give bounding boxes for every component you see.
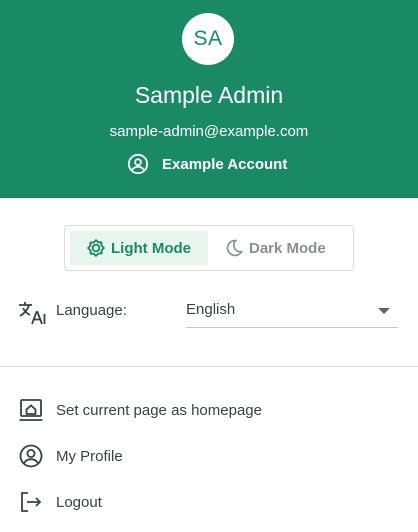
logout-label: Logout (56, 493, 102, 511)
light-mode-label: Light Mode (111, 239, 191, 257)
dropdown-caret-icon (378, 308, 390, 314)
dark-mode-label: Dark Mode (249, 239, 326, 257)
translate-icon (19, 302, 46, 325)
theme-mode-toggle: Light Mode Dark Mode (64, 225, 354, 271)
logout-item[interactable]: Logout (18, 487, 408, 517)
my-profile-label: My Profile (56, 447, 123, 465)
moon-icon (226, 239, 244, 257)
profile-header: SA Sample Admin sample-admin@example.com… (0, 0, 418, 198)
account-label: Example Account (162, 155, 288, 173)
set-homepage-item[interactable]: Set current page as homepage (18, 395, 408, 425)
language-select[interactable]: English (186, 296, 398, 328)
language-selected-value: English (186, 301, 236, 318)
user-name: Sample Admin (134, 82, 284, 108)
divider (0, 366, 418, 367)
account-link[interactable]: Example Account (127, 151, 287, 177)
set-homepage-label: Set current page as homepage (56, 401, 262, 419)
dark-mode-button[interactable]: Dark Mode (220, 231, 350, 265)
light-mode-button[interactable]: Light Mode (70, 231, 208, 265)
language-row: Language: English (18, 296, 398, 330)
user-email: sample-admin@example.com (109, 123, 309, 140)
language-label: Language: (56, 302, 127, 319)
homepage-icon (19, 399, 43, 421)
avatar: SA (182, 13, 234, 65)
account-circle-icon (127, 153, 149, 175)
sun-icon (87, 239, 105, 257)
my-profile-item[interactable]: My Profile (18, 441, 408, 471)
logout-icon (21, 492, 42, 512)
account-circle-icon (19, 444, 43, 468)
